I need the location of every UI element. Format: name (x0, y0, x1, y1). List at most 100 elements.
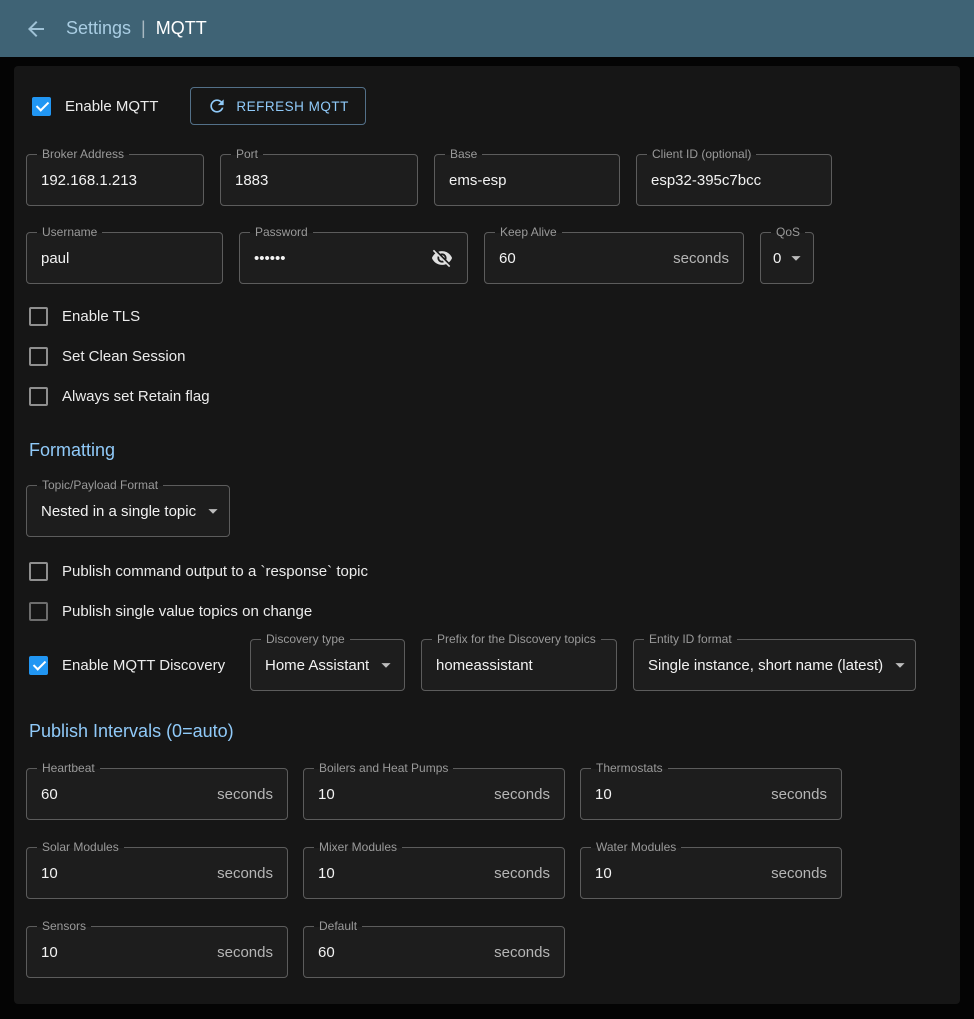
publish-intervals-heading: Publish Intervals (0=auto) (26, 721, 948, 742)
sensors-interval-field[interactable]: Sensors 10 seconds (26, 926, 288, 978)
back-button[interactable] (16, 9, 56, 49)
enable-mqtt-discovery-checkbox[interactable]: Enable MQTT Discovery (26, 645, 234, 685)
field-label: Username (37, 224, 102, 240)
field-value: Nested in a single topic (41, 503, 196, 520)
discovery-prefix-field[interactable]: Prefix for the Discovery topics homeassi… (421, 639, 617, 691)
connection-checkboxes: Enable TLS Set Clean Session Always set … (26, 296, 948, 416)
breadcrumb-separator: | (141, 18, 146, 39)
checkbox-label: Enable MQTT (65, 98, 158, 115)
mixer-interval-field[interactable]: Mixer Modules 10 seconds (303, 847, 565, 899)
field-value: 10 (41, 865, 58, 882)
entity-id-format-select[interactable]: Entity ID format Single instance, short … (633, 639, 916, 691)
publish-response-checkbox[interactable]: Publish command output to a `response` t… (26, 551, 948, 591)
connection-row-1: Broker Address 192.168.1.213 Port 1883 B… (26, 154, 948, 206)
username-field[interactable]: Username paul (26, 232, 223, 284)
field-value: 60 (41, 786, 58, 803)
field-label: Water Modules (591, 839, 681, 855)
refresh-mqtt-button[interactable]: REFRESH MQTT (190, 87, 366, 125)
field-label: Heartbeat (37, 760, 100, 776)
field-value: Single instance, short name (latest) (648, 657, 883, 674)
enable-tls-checkbox[interactable]: Enable TLS (26, 296, 948, 336)
broker-address-field[interactable]: Broker Address 192.168.1.213 (26, 154, 204, 206)
chevron-down-icon (889, 654, 911, 676)
arrow-back-icon (24, 17, 48, 41)
checkbox-icon (29, 656, 48, 675)
retain-flag-checkbox[interactable]: Always set Retain flag (26, 376, 948, 416)
checkbox-icon (29, 602, 48, 621)
checkbox-label: Enable MQTT Discovery (62, 657, 225, 674)
solar-interval-field[interactable]: Solar Modules 10 seconds (26, 847, 288, 899)
page-title: MQTT (156, 18, 207, 39)
checkbox-icon (29, 307, 48, 326)
breadcrumb-settings[interactable]: Settings (66, 18, 131, 39)
field-value: 1883 (235, 172, 268, 189)
field-value: esp32-395c7bcc (651, 172, 761, 189)
field-label: Mixer Modules (314, 839, 402, 855)
field-label: Port (231, 146, 263, 162)
field-value: Home Assistant (265, 657, 369, 674)
field-label: Entity ID format (644, 631, 737, 647)
field-label: Solar Modules (37, 839, 124, 855)
field-value: 10 (41, 944, 58, 961)
field-value: 192.168.1.213 (41, 172, 137, 189)
chevron-down-icon (202, 500, 224, 522)
page-body: Enable MQTT REFRESH MQTT Broker Address … (0, 57, 974, 1019)
field-label: Default (314, 918, 362, 934)
field-value: 10 (595, 786, 612, 803)
settings-card: Enable MQTT REFRESH MQTT Broker Address … (14, 66, 960, 1004)
field-value: 10 (318, 786, 335, 803)
chevron-down-icon (375, 654, 397, 676)
discovery-type-select[interactable]: Discovery type Home Assistant (250, 639, 405, 691)
field-label: QoS (771, 224, 805, 240)
field-label: Topic/Payload Format (37, 477, 163, 493)
thermostats-interval-field[interactable]: Thermostats 10 seconds (580, 768, 842, 820)
field-suffix: seconds (673, 250, 729, 267)
qos-select[interactable]: QoS 0 (760, 232, 814, 284)
topic-format-wrap: Topic/Payload Format Nested in a single … (26, 485, 948, 537)
field-label: Thermostats (591, 760, 668, 776)
checkbox-label: Publish single value topics on change (62, 603, 312, 620)
field-value: paul (41, 250, 69, 267)
checkbox-icon (29, 562, 48, 581)
boilers-interval-field[interactable]: Boilers and Heat Pumps 10 seconds (303, 768, 565, 820)
client-id-field[interactable]: Client ID (optional) esp32-395c7bcc (636, 154, 832, 206)
field-suffix: seconds (494, 865, 550, 882)
field-suffix: seconds (494, 786, 550, 803)
enable-mqtt-checkbox[interactable]: Enable MQTT (29, 86, 158, 126)
checkbox-icon (32, 97, 51, 116)
field-suffix: seconds (217, 944, 273, 961)
keep-alive-field[interactable]: Keep Alive 60 seconds (484, 232, 744, 284)
base-field[interactable]: Base ems-esp (434, 154, 620, 206)
clean-session-checkbox[interactable]: Set Clean Session (26, 336, 948, 376)
field-label: Keep Alive (495, 224, 562, 240)
field-value: 0 (773, 250, 781, 267)
heartbeat-interval-field[interactable]: Heartbeat 60 seconds (26, 768, 288, 820)
field-label: Password (250, 224, 313, 240)
visibility-off-icon[interactable] (431, 247, 453, 269)
field-value: 10 (595, 865, 612, 882)
field-value: homeassistant (436, 657, 533, 674)
publish-single-value-checkbox[interactable]: Publish single value topics on change (26, 591, 948, 631)
field-label: Client ID (optional) (647, 146, 756, 162)
field-value: 60 (499, 250, 516, 267)
field-label: Broker Address (37, 146, 129, 162)
field-label: Base (445, 146, 482, 162)
field-label: Boilers and Heat Pumps (314, 760, 453, 776)
app-header: Settings | MQTT (0, 0, 974, 57)
refresh-icon (207, 96, 227, 116)
refresh-button-label: REFRESH MQTT (236, 99, 349, 114)
water-interval-field[interactable]: Water Modules 10 seconds (580, 847, 842, 899)
password-field[interactable]: Password •••••• (239, 232, 468, 284)
checkbox-icon (29, 347, 48, 366)
checkbox-label: Set Clean Session (62, 348, 185, 365)
field-value: 10 (318, 865, 335, 882)
topic-payload-format-select[interactable]: Topic/Payload Format Nested in a single … (26, 485, 230, 537)
default-interval-field[interactable]: Default 60 seconds (303, 926, 565, 978)
checkbox-label: Enable TLS (62, 308, 140, 325)
field-value: 60 (318, 944, 335, 961)
connection-row-2: Username paul Password •••••• Keep Alive… (26, 232, 948, 284)
port-field[interactable]: Port 1883 (220, 154, 418, 206)
intervals-grid: Heartbeat 60 seconds Boilers and Heat Pu… (26, 768, 948, 978)
field-suffix: seconds (771, 865, 827, 882)
top-row: Enable MQTT REFRESH MQTT (26, 86, 948, 126)
